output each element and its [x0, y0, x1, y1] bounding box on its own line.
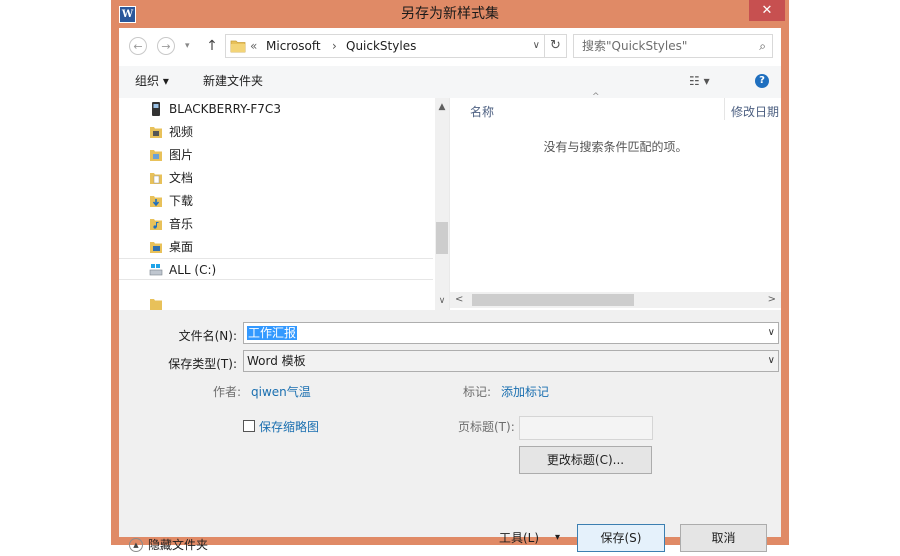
- nav-item-label: 图片: [169, 148, 194, 162]
- column-separator[interactable]: [724, 98, 725, 120]
- scroll-left-arrow-icon[interactable]: <: [455, 292, 463, 308]
- downloads-folder-icon: [150, 195, 162, 207]
- file-list-pane[interactable]: ^ 名称 修改日期 没有与搜索条件匹配的项。 < >: [450, 92, 781, 310]
- change-title-button[interactable]: 更改标题(C)...: [519, 446, 652, 474]
- search-input[interactable]: 搜索"QuickStyles" ⌕: [573, 34, 773, 58]
- save-button[interactable]: 保存(S): [577, 524, 665, 552]
- pictures-folder-icon: [150, 149, 162, 161]
- add-tags-link[interactable]: 添加标记: [501, 383, 549, 400]
- tools-menu[interactable]: 工具(L) ▾: [497, 524, 577, 552]
- filename-label: 文件名(N):: [178, 329, 237, 343]
- folder-icon: [230, 40, 246, 53]
- sort-indicator-icon: ^: [592, 92, 600, 102]
- breadcrumb-quickstyles[interactable]: QuickStyles: [346, 35, 416, 57]
- device-icon: [152, 101, 160, 116]
- search-icon[interactable]: ⌕: [759, 35, 766, 57]
- help-icon[interactable]: ?: [755, 74, 769, 88]
- breadcrumb-microsoft[interactable]: Microsoft: [266, 35, 321, 57]
- dialog-client-area: ← → ▾ ↑ « Microsoft › QuickStyles ∨ ↻ 搜索…: [119, 28, 781, 552]
- recent-locations-chevron-icon[interactable]: ▾: [185, 37, 190, 55]
- save-thumbnail-checkbox[interactable]: [243, 420, 255, 432]
- address-dropdown-icon[interactable]: ∨: [533, 35, 540, 57]
- filename-value: 工作汇报: [247, 326, 298, 340]
- nav-item-label: 桌面: [169, 240, 194, 254]
- back-button[interactable]: ←: [129, 37, 147, 55]
- videos-folder-icon: [150, 126, 162, 138]
- filetype-value: Word 模板: [247, 354, 306, 368]
- tools-label: 工具(L): [499, 531, 540, 545]
- drive-icon: [149, 263, 163, 275]
- view-options-icon[interactable]: ☷ ▾: [689, 66, 710, 96]
- folder-icon: [150, 298, 162, 310]
- filetype-select[interactable]: Word 模板 ∨: [243, 350, 779, 372]
- scrollbar-thumb[interactable]: [436, 222, 448, 254]
- breadcrumb-separator[interactable]: ›: [332, 35, 337, 57]
- nav-item-desktop[interactable]: 桌面: [149, 236, 193, 258]
- nav-item-music[interactable]: 音乐: [149, 213, 193, 235]
- nav-item-label: 文档: [169, 171, 194, 185]
- up-level-button[interactable]: ↑: [205, 37, 219, 55]
- nav-item-blackberry[interactable]: BLACKBERRY-F7C3: [149, 98, 281, 120]
- forward-button[interactable]: →: [157, 37, 175, 55]
- scroll-up-arrow-icon[interactable]: ▲: [435, 100, 449, 114]
- navigation-pane: BLACKBERRY-F7C3 视频 图片 文档 下载 音乐 桌面 ALL (C…: [119, 98, 450, 310]
- save-thumbnail-label[interactable]: 保存缩略图: [259, 418, 319, 435]
- tags-label: 标记:: [463, 385, 492, 399]
- horizontal-scrollbar[interactable]: < >: [450, 292, 781, 308]
- page-title-input: [519, 416, 653, 440]
- column-header-name[interactable]: 名称: [470, 98, 494, 126]
- hide-folders-toggle[interactable]: ▲ 隐藏文件夹: [129, 534, 208, 556]
- scroll-down-arrow-icon[interactable]: ∨: [435, 294, 449, 308]
- navigation-scrollbar[interactable]: ▲ ∨: [435, 98, 449, 310]
- filename-input[interactable]: 工作汇报 ∨: [243, 322, 779, 344]
- filename-dropdown-icon[interactable]: ∨: [768, 323, 775, 343]
- filetype-dropdown-icon[interactable]: ∨: [768, 351, 775, 371]
- column-header-modified[interactable]: 修改日期: [731, 98, 779, 126]
- address-row: ← → ▾ ↑ « Microsoft › QuickStyles ∨ ↻ 搜索…: [119, 28, 781, 66]
- save-as-dialog: W 另存为新样式集 ✕ ← → ▾ ↑ « Microsoft › QuickS…: [111, 0, 789, 552]
- filetype-label: 保存类型(T):: [168, 357, 237, 371]
- author-value[interactable]: qiwen气温: [251, 383, 311, 400]
- desktop-folder-icon: [150, 241, 162, 253]
- empty-results-message: 没有与搜索条件匹配的项。: [543, 140, 688, 154]
- nav-item-label: ALL (C:): [169, 263, 217, 277]
- nav-item-documents[interactable]: 文档: [149, 167, 193, 189]
- breadcrumb-overflow[interactable]: «: [250, 35, 257, 57]
- command-bar: 组织 ▾ 新建文件夹 ☷ ▾ ?: [119, 66, 781, 99]
- save-form: 文件名(N): 工作汇报 ∨ 保存类型(T): Word 模板 ∨ 作者: qi…: [119, 310, 781, 552]
- documents-folder-icon: [150, 172, 162, 184]
- hide-folders-label: 隐藏文件夹: [148, 538, 209, 552]
- page-title-label: 页标题(T):: [458, 420, 515, 434]
- nav-item-label: 下载: [169, 194, 194, 208]
- address-bar[interactable]: « Microsoft › QuickStyles ∨: [225, 34, 545, 58]
- music-folder-icon: [150, 218, 162, 230]
- close-button[interactable]: ✕: [749, 0, 785, 21]
- title-bar[interactable]: W 另存为新样式集 ✕: [111, 0, 789, 28]
- nav-item-label: BLACKBERRY-F7C3: [169, 102, 281, 116]
- organize-menu[interactable]: 组织 ▾: [135, 66, 169, 96]
- nav-item-videos[interactable]: 视频: [149, 121, 193, 143]
- scroll-right-arrow-icon[interactable]: >: [768, 292, 776, 308]
- horizontal-scrollbar-thumb[interactable]: [472, 294, 634, 306]
- tools-dropdown-icon: ▾: [555, 532, 561, 543]
- cancel-button[interactable]: 取消: [680, 524, 767, 552]
- new-folder-button[interactable]: 新建文件夹: [203, 66, 263, 96]
- nav-item-downloads[interactable]: 下载: [149, 190, 193, 212]
- nav-item-pictures[interactable]: 图片: [149, 144, 193, 166]
- nav-item-partial[interactable]: [149, 293, 169, 310]
- author-label: 作者:: [213, 385, 242, 399]
- search-placeholder: 搜索"QuickStyles": [582, 39, 688, 53]
- nav-item-drive-c[interactable]: ALL (C:): [149, 259, 216, 281]
- nav-item-label: 视频: [169, 125, 194, 139]
- nav-item-label: 音乐: [169, 217, 194, 231]
- refresh-button[interactable]: ↻: [545, 34, 567, 58]
- dialog-title: 另存为新样式集: [401, 6, 499, 22]
